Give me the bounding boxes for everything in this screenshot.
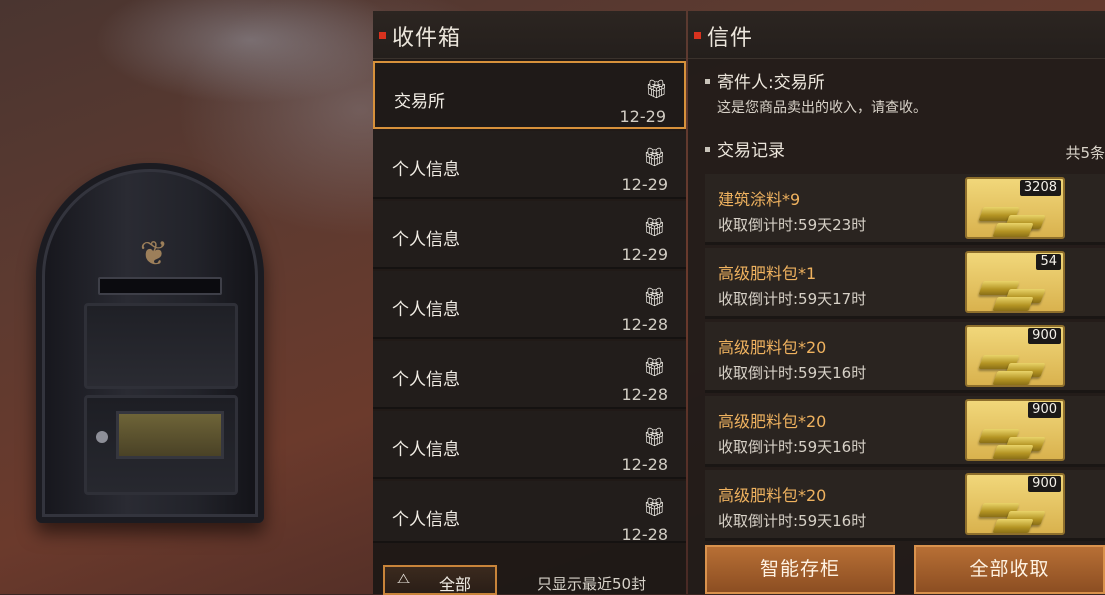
record-item-name: 高级肥料包*20 xyxy=(718,486,827,505)
mail-date: 12-28 xyxy=(621,385,669,404)
record-quantity: 900 xyxy=(1028,328,1061,344)
gift-icon: 🎁︎ xyxy=(643,497,666,518)
header-marker-icon xyxy=(694,32,701,39)
gift-icon: 🎁︎ xyxy=(643,287,666,308)
mail-header: 信件 xyxy=(688,11,1105,59)
record-countdown: 收取倒计时:59天16时 xyxy=(718,512,867,530)
gold-bars-icon[interactable]: 900 xyxy=(965,473,1065,535)
mail-item-selected[interactable]: 交易所 🎁︎ 12-29 xyxy=(373,61,686,129)
header-marker-icon xyxy=(379,32,386,39)
mail-subject: 个人信息 xyxy=(392,160,460,180)
name-plate xyxy=(116,411,224,459)
triangle-up-icon: ⧍ xyxy=(397,571,411,587)
collect-all-button[interactable]: 全部收取 xyxy=(914,545,1105,594)
mail-date: 12-28 xyxy=(621,315,669,334)
mailbox-panel-top xyxy=(84,303,238,389)
mail-item[interactable]: 个人信息 🎁︎ 12-29 xyxy=(373,131,686,199)
mail-item[interactable]: 个人信息 🎁︎ 12-28 xyxy=(373,271,686,339)
mail-date: 12-28 xyxy=(621,525,669,543)
mail-subject: 个人信息 xyxy=(392,300,460,320)
mail-date: 12-29 xyxy=(621,175,669,194)
bullet-icon xyxy=(705,79,710,84)
records-label: 交易记录 xyxy=(717,141,785,161)
mail-subject: 个人信息 xyxy=(392,440,460,460)
record-quantity: 3208 xyxy=(1019,180,1061,196)
record-quantity: 900 xyxy=(1028,402,1061,418)
gift-icon: 🎁︎ xyxy=(645,79,668,100)
inbox-panel: 收件箱 交易所 🎁︎ 12-29 个人信息 🎁︎ 12-29 个人信息 🎁︎ 1… xyxy=(373,11,686,595)
mail-subject: 个人信息 xyxy=(392,230,460,250)
record-row: 高级肥料包*20 收取倒计时:59天16时 900 xyxy=(705,322,1105,393)
gold-bars-icon[interactable]: 900 xyxy=(965,325,1065,387)
inbox-footer: ⧍ 全部 只显示最近50封 xyxy=(373,561,686,595)
record-countdown: 收取倒计时:59天23时 xyxy=(718,216,867,234)
mail-date: 12-28 xyxy=(621,455,669,474)
record-row: 高级肥料包*1 收取倒计时:59天17时 54 xyxy=(705,248,1105,319)
mailbox-knob xyxy=(96,431,108,443)
mail-panel: 信件 寄件人:交易所 这是您商品卖出的收入，请查收。 交易记录 共5条 建筑涂料… xyxy=(688,11,1105,594)
mail-body: 这是您商品卖出的收入，请查收。 xyxy=(717,100,927,116)
record-countdown: 收取倒计时:59天16时 xyxy=(718,438,867,456)
mail-subject: 交易所 xyxy=(394,92,445,112)
inbox-title: 收件箱 xyxy=(392,26,462,51)
sender-label: 寄件人:交易所 xyxy=(717,73,825,93)
gift-icon: 🎁︎ xyxy=(643,147,666,168)
record-quantity: 900 xyxy=(1028,476,1061,492)
mail-item[interactable]: 个人信息 🎁︎ 12-28 xyxy=(373,341,686,409)
record-row: 建筑涂料*9 收取倒计时:59天23时 3208 xyxy=(705,174,1105,245)
gift-icon: 🎁︎ xyxy=(643,217,666,238)
mailbox-illustration: ❦ xyxy=(36,163,264,523)
gold-bars-icon[interactable]: 900 xyxy=(965,399,1065,461)
record-item-name: 高级肥料包*20 xyxy=(718,412,827,431)
gift-icon: 🎁︎ xyxy=(643,357,666,378)
record-item-name: 高级肥料包*1 xyxy=(718,264,817,283)
mail-subject: 个人信息 xyxy=(392,510,460,530)
gold-bars-icon[interactable]: 3208 xyxy=(965,177,1065,239)
gold-bars-icon[interactable]: 54 xyxy=(965,251,1065,313)
bullet-icon xyxy=(705,147,710,152)
footer-note: 只显示最近50封 xyxy=(537,575,647,593)
inbox-header: 收件箱 xyxy=(373,11,686,59)
mail-item[interactable]: 个人信息 🎁︎ 12-28 xyxy=(373,411,686,479)
mail-date: 12-29 xyxy=(619,107,667,126)
filter-all-button[interactable]: ⧍ 全部 xyxy=(383,565,497,595)
mail-item[interactable]: 个人信息 🎁︎ 12-28 xyxy=(373,481,686,543)
mail-subject: 个人信息 xyxy=(392,370,460,390)
record-item-name: 高级肥料包*20 xyxy=(718,338,827,357)
record-countdown: 收取倒计时:59天16时 xyxy=(718,364,867,382)
records-count: 共5条 xyxy=(1065,144,1105,162)
mail-title: 信件 xyxy=(707,26,754,51)
mail-date: 12-29 xyxy=(621,245,669,264)
mail-slot xyxy=(98,277,222,295)
record-row: 高级肥料包*20 收取倒计时:59天16时 900 xyxy=(705,396,1105,467)
record-item-name: 建筑涂料*9 xyxy=(718,190,801,209)
smart-store-button[interactable]: 智能存柜 xyxy=(705,545,895,594)
filter-all-label: 全部 xyxy=(439,575,472,594)
mail-item[interactable]: 个人信息 🎁︎ 12-29 xyxy=(373,201,686,269)
record-quantity: 54 xyxy=(1036,254,1061,270)
record-countdown: 收取倒计时:59天17时 xyxy=(718,290,867,308)
record-row: 高级肥料包*20 收取倒计时:59天16时 900 xyxy=(705,470,1105,541)
gift-icon: 🎁︎ xyxy=(643,427,666,448)
ornament-icon: ❦ xyxy=(139,234,169,274)
